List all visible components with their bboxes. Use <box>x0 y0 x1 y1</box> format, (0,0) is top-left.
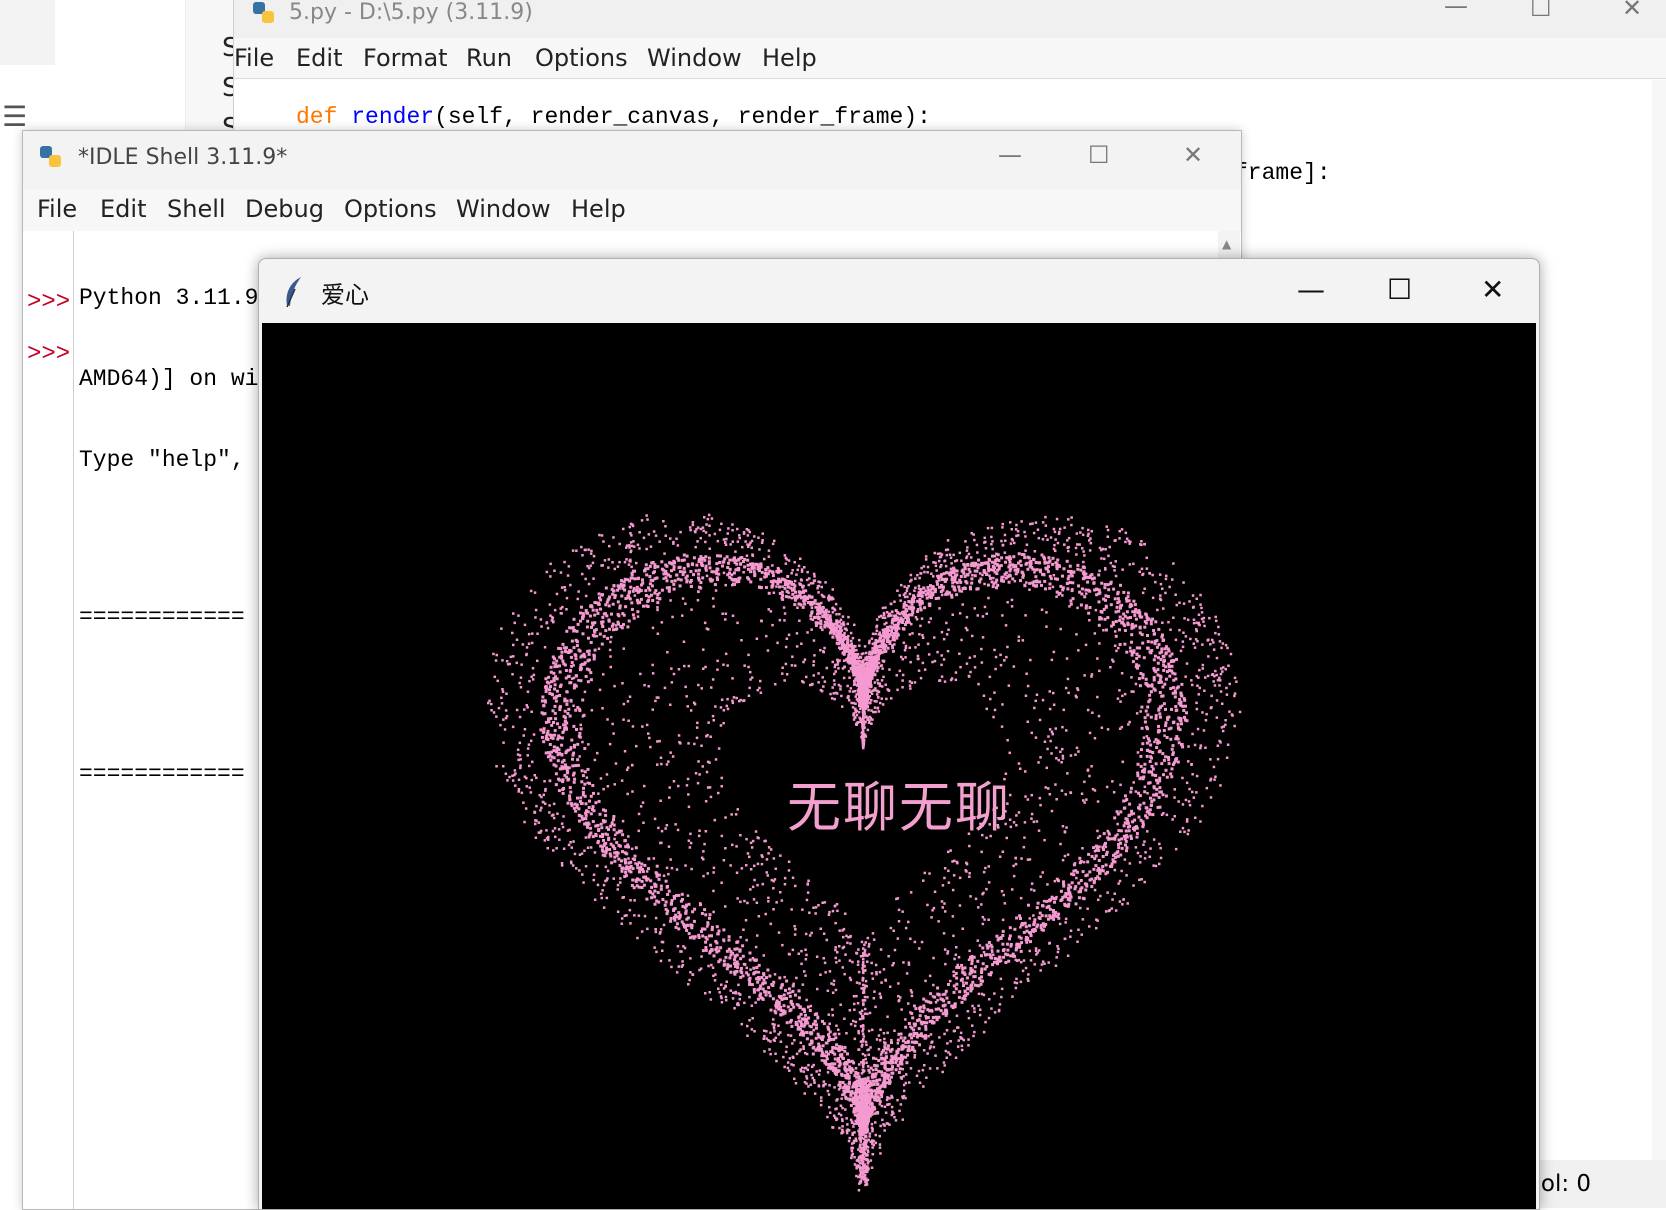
menu-file[interactable]: File <box>37 195 77 223</box>
shell-menubar: File Edit Shell Debug Options Window Hel… <box>23 189 1241 231</box>
menu-shell[interactable]: Shell <box>167 195 226 223</box>
close-icon[interactable]: ✕ <box>1183 143 1203 167</box>
menu-options[interactable]: Options <box>535 44 628 72</box>
close-icon[interactable]: ✕ <box>1622 0 1642 20</box>
minimize-icon[interactable]: — <box>1444 0 1468 18</box>
code-line[interactable]: frame]: <box>1234 160 1331 186</box>
minimize-icon[interactable]: — <box>1297 273 1325 306</box>
code-text: (self, render_canvas, render_frame): <box>434 104 931 130</box>
editor-scrollbar[interactable] <box>1652 80 1666 1160</box>
feather-icon <box>281 275 307 313</box>
menu-window[interactable]: Window <box>647 44 742 72</box>
prompt-gutter: >>> >>> <box>23 231 74 1209</box>
menu-debug[interactable]: Debug <box>245 195 324 223</box>
heart-window-title: 爱心 <box>321 281 369 309</box>
editor-menubar: File Edit Format Run Options Window Help <box>234 38 1666 79</box>
heart-titlebar[interactable]: 爱心 — ☐ ✕ <box>259 259 1539 323</box>
code-line[interactable]: def render(self, render_canvas, render_f… <box>296 104 931 130</box>
python-icon <box>37 143 65 175</box>
minimize-icon[interactable]: — <box>998 143 1022 167</box>
shell-prompt: >>> <box>27 289 71 316</box>
shell-titlebar[interactable]: *IDLE Shell 3.11.9* — ☐ ✕ <box>23 131 1241 189</box>
menu-window[interactable]: Window <box>456 195 551 223</box>
menu-help[interactable]: Help <box>571 195 626 223</box>
menu-options[interactable]: Options <box>344 195 437 223</box>
menu-format[interactable]: Format <box>363 44 448 72</box>
editor-title: 5.py - D:\5.py (3.11.9) <box>289 0 533 25</box>
menu-help[interactable]: Help <box>762 44 817 72</box>
menu-run[interactable]: Run <box>466 44 512 72</box>
background-panel <box>0 0 55 65</box>
heart-window: 爱心 — ☐ ✕ 无聊无聊 <box>258 258 1540 1210</box>
python-icon <box>250 0 278 30</box>
scroll-up-icon[interactable]: ▲ <box>1222 237 1231 251</box>
shell-prompt: >>> <box>27 341 71 368</box>
code-keyword: def <box>296 104 338 130</box>
menu-edit[interactable]: Edit <box>296 44 342 72</box>
menu-file[interactable]: File <box>234 44 274 72</box>
editor-titlebar[interactable]: 5.py - D:\5.py (3.11.9) — ☐ ✕ <box>234 0 1666 38</box>
code-function-name: render <box>351 104 435 130</box>
maximize-icon[interactable]: ☐ <box>1088 143 1110 167</box>
maximize-icon[interactable]: ☐ <box>1530 0 1552 20</box>
maximize-icon[interactable]: ☐ <box>1387 273 1412 306</box>
shell-title: *IDLE Shell 3.11.9* <box>78 145 288 170</box>
menu-edit[interactable]: Edit <box>100 195 146 223</box>
hamburger-menu-icon[interactable]: ☰ <box>2 100 27 133</box>
canvas-text: 无聊无聊 <box>787 776 1011 839</box>
close-icon[interactable]: ✕ <box>1481 273 1504 306</box>
heart-canvas[interactable]: 无聊无聊 <box>262 323 1536 1209</box>
